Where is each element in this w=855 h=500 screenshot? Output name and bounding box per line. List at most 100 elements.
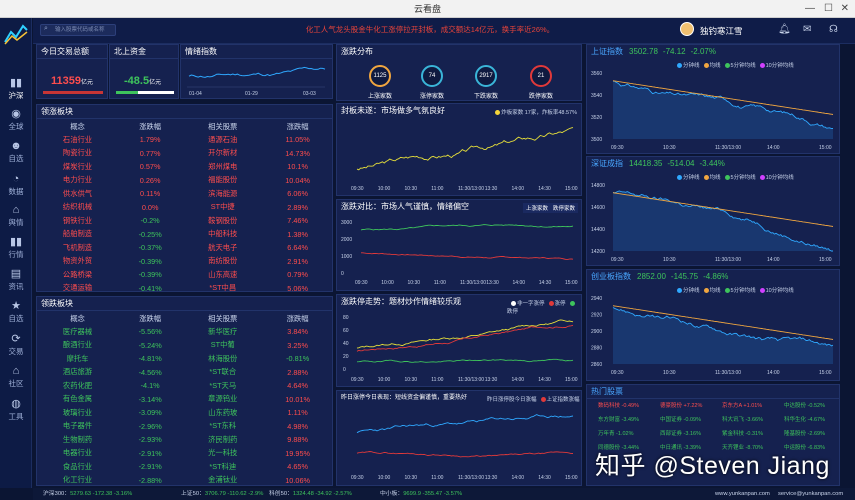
time-tick: 15:00	[565, 280, 578, 286]
sidebar-item-2[interactable]: ☻ 自选	[0, 140, 32, 164]
table-row[interactable]: 电器行业 -2.91% 光一科技 19.95%	[37, 447, 332, 461]
table-row[interactable]: 有色金属 -3.14% 章源钨业 10.01%	[37, 393, 332, 407]
table-row[interactable]: 公路桥梁 -0.39% 山东高速 0.79%	[37, 268, 332, 282]
doc-icon: ▤	[10, 268, 22, 280]
hot-stock-item[interactable]: 隆基股份 -2.69%	[784, 429, 825, 437]
hot-stock-item[interactable]: 中达股份 -0.52%	[784, 401, 825, 409]
table-row[interactable]: 农药化肥 -4.1% *ST天马 4.64%	[37, 379, 332, 393]
index-xtick: 10:30	[663, 370, 676, 376]
table-cell: 2.89%	[287, 202, 308, 212]
sidebar-item-8[interactable]: ⟳ 交易	[0, 333, 32, 357]
distribution-label: 跌停家数	[528, 94, 553, 100]
user-name[interactable]: 独钓寒江雪	[700, 25, 743, 37]
falling-sectors-table: 概念 涨跌幅 相关股票 涨跌幅 医疗器械 -5.56% 新华医疗 3.84% 酿酒行业 -5.2…	[37, 312, 332, 487]
message-icon[interactable]: ✉	[803, 24, 811, 35]
bottom-index-item[interactable]: 沪深300：5279.63 -172.38 -3.16%	[43, 488, 132, 500]
hot-stock-item[interactable]: 科华生化 -4.67%	[784, 415, 825, 423]
table-row[interactable]: 船舶制造 -0.25% 中船科技 1.38%	[37, 228, 332, 242]
sidebar-item-10[interactable]: ◍ 工具	[0, 398, 32, 422]
table-cell: *ST科迪	[209, 461, 237, 471]
index-name: 深证成指	[591, 159, 623, 168]
bottom-index-name: 中小板：	[380, 491, 404, 497]
sidebar-item-4[interactable]: ⌂ 舆情	[0, 204, 32, 228]
table-row[interactable]: 电子器件 -2.96% *ST东科 4.98%	[37, 420, 332, 434]
limit-ytick: 40	[343, 341, 349, 347]
hot-stock-item[interactable]: 科大讯飞 -3.66%	[722, 415, 763, 423]
index-xtick: 14:00	[767, 145, 780, 151]
table-cell: 电力行业	[62, 175, 93, 185]
contrast-up-button[interactable]: 上涨家数	[522, 203, 551, 213]
sidebar-item-5[interactable]: ▮▮ 行情	[0, 236, 32, 260]
hot-stock-item[interactable]: 中国证券 -0.09%	[660, 415, 701, 423]
table-row[interactable]: 煤炭行业 0.57% 郑州煤电 10.1%	[37, 160, 332, 174]
window-titlebar: 云看盘 — ☐ ✕	[0, 0, 855, 18]
table-row[interactable]: 玻璃行业 -3.09% 山东药玻 1.11%	[37, 406, 332, 420]
site-link[interactable]: www.yunkanpan.com	[715, 488, 770, 500]
mood-xtick: 01-29	[245, 91, 258, 97]
hot-stock-item[interactable]: 数码科技 -0.49%	[598, 401, 639, 409]
maximize-icon[interactable]: ☐	[824, 0, 833, 18]
table-row[interactable]: 酒店旅游 -4.56% *ST联合 2.88%	[37, 366, 332, 380]
table-cell: -2.93%	[138, 435, 162, 445]
table-row[interactable]: 物资外贸 -0.39% 南纺股份 2.91%	[37, 255, 332, 269]
index-ytick: 3560	[591, 71, 602, 77]
bottom-index-item[interactable]: 中小板：9699.9 -355.47 -3.57%	[380, 488, 462, 500]
seal-legend-text: 炸板家数 17家，炸板率48.57%	[501, 110, 577, 116]
distribution-title: 涨跌分布	[341, 47, 373, 56]
table-cell: ST中捷	[210, 202, 235, 212]
index-ytick: 2900	[591, 329, 602, 335]
time-tick: 11:00	[431, 186, 443, 192]
table-row[interactable]: 钢铁行业 -0.2% 鞍钢股份 7.46%	[37, 214, 332, 228]
sidebar-item-label: 全球	[8, 122, 24, 131]
contrast-down-button[interactable]: 跌停家数	[549, 203, 578, 213]
sidebar-item-6[interactable]: ▤ 资讯	[0, 268, 32, 292]
bottom-index-name: 科创50：	[269, 491, 293, 497]
email-link[interactable]: service@yunkanpan.com	[778, 488, 843, 500]
bottom-index-item[interactable]: 上证50：3706.79 -110.62 -2.9%	[181, 488, 263, 500]
table-row[interactable]: 医疗器械 -5.56% 新华医疗 3.84%	[37, 325, 332, 339]
table-cell: 9.88%	[287, 435, 308, 445]
headset-icon[interactable]: ☊	[829, 24, 838, 35]
sidebar-item-9[interactable]: ⌂ 社区	[0, 365, 32, 389]
index-change: -514.04	[667, 159, 695, 168]
table-cell: -0.81%	[286, 354, 310, 364]
table-row[interactable]: 食品行业 -2.91% *ST科迪 4.65%	[37, 460, 332, 474]
hot-stock-item[interactable]: 东方财富 -3.49%	[598, 415, 639, 423]
hot-stock-item[interactable]: 紫金科技 -0.31%	[722, 429, 763, 437]
index-price: 2852.00	[637, 272, 666, 281]
table-cell: 陶瓷行业	[62, 148, 93, 158]
minimize-icon[interactable]: —	[805, 0, 815, 18]
table-row[interactable]: 石油行业 1.79% 通源石油 11.05%	[37, 133, 332, 147]
table-cell: 4.98%	[287, 421, 308, 431]
bell-icon[interactable]: 🔔︎	[778, 24, 791, 35]
sidebar-item-1[interactable]: ◉ 全球	[0, 108, 32, 132]
table-row[interactable]: 陶瓷行业 0.77% 开尔新材 14.73%	[37, 147, 332, 161]
news-ticker[interactable]: 化工人气龙头股金牛化工涨停拉开封板，成交额达14亿元，换手率近26%。	[220, 24, 640, 36]
table-row[interactable]: 交通运输 -0.41% *ST中昌 5.06%	[37, 282, 332, 296]
time-tick: 14:30	[538, 377, 551, 383]
table-row[interactable]: 电力行业 0.26% 福能股份 10.04%	[37, 174, 332, 188]
seal-legend: 炸板家数 17家，炸板率48.57%	[491, 108, 577, 116]
table-cell: *ST联合	[209, 367, 237, 377]
table-row[interactable]: 酿酒行业 -5.24% ST中葡 3.25%	[37, 339, 332, 353]
search-input[interactable]: 输入股票代码或名称	[40, 24, 116, 36]
table-row[interactable]: 纺织机械 0.0% ST中捷 2.89%	[37, 201, 332, 215]
table-row[interactable]: 飞机制造 -0.37% 航天电子 6.64%	[37, 241, 332, 255]
sidebar-item-7[interactable]: ★ 自选	[0, 300, 32, 324]
avatar[interactable]	[680, 22, 694, 36]
table-row[interactable]: 生物制药 -2.93% 济民制药 9.88%	[37, 433, 332, 447]
close-icon[interactable]: ✕	[841, 0, 849, 18]
bottom-index-item[interactable]: 科创50：1324.48 -34.92 -2.57%	[269, 488, 352, 500]
table-row[interactable]: 化工行业 -2.88% 金浦钛业 10.06%	[37, 474, 332, 488]
index-percent: -3.44%	[699, 159, 725, 168]
hot-stock-item[interactable]: 万年青 -1.02%	[598, 429, 633, 437]
table-row[interactable]: 摩托车 -4.81% 林海股份 -0.81%	[37, 352, 332, 366]
hot-stock-item[interactable]: 京东方A +1.01%	[722, 401, 762, 409]
hot-stock-item[interactable]: 西部证券 -3.16%	[660, 429, 701, 437]
time-tick: 10:30	[405, 475, 418, 481]
index-percent: -4.86%	[703, 272, 729, 281]
table-row[interactable]: 供水供气 0.11% 滨海能源 6.06%	[37, 187, 332, 201]
hot-stock-item[interactable]: 德豪股份 +7.22%	[660, 401, 702, 409]
sidebar-item-0[interactable]: ▮▮ 沪深	[0, 77, 32, 101]
sidebar-item-3[interactable]: ◔ 数据	[0, 173, 32, 197]
